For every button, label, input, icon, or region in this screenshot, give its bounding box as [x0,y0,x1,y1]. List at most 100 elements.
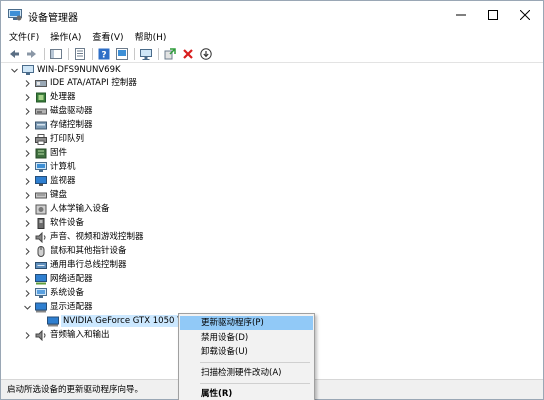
device-manager-window: 设备管理器 文件(F) 操作(A) 查看(V) 帮助(H) ? WIN-DFS9… [0,0,544,400]
processor-icon [36,92,46,103]
context-menu-disable-device[interactable]: 禁用设备(D) [180,331,313,345]
tree-category-label: 键盘 [50,190,68,200]
chevron-right-icon[interactable] [23,121,32,130]
usb-icon [35,262,47,269]
chevron-right-icon[interactable] [23,177,32,186]
close-button[interactable] [509,1,541,29]
tree-category-label: 通用串行总线控制器 [50,260,127,270]
chevron-right-icon[interactable] [23,261,32,270]
tree-category-label: 网络适配器 [50,274,93,284]
menu-help[interactable]: 帮助(H) [135,32,167,44]
minimize-icon [456,14,466,16]
scan-hardware-button[interactable] [139,47,153,61]
firmware-icon [35,148,47,159]
scan-monitor-icon [140,49,152,60]
maximize-button[interactable] [477,1,509,29]
tree-category-label: 监视器 [50,176,76,186]
tree-category-label: IDE ATA/ATAPI 控制器 [50,78,137,88]
tree-category-label: 人体学输入设备 [50,204,110,214]
display-adapter-icon [35,302,47,313]
chevron-right-icon[interactable] [23,233,32,242]
close-icon [520,10,530,20]
chevron-right-icon[interactable] [23,135,32,144]
window-title: 设备管理器 [28,13,78,24]
add-driver-button[interactable] [163,47,177,61]
chevron-right-icon[interactable] [23,219,32,228]
chevron-right-icon[interactable] [23,107,32,116]
chevron-right-icon[interactable] [23,191,32,200]
tree-category-label: 鼠标和其他指针设备 [50,246,127,256]
tree-category-label: 音频输入和输出 [50,330,110,340]
context-menu: 更新驱动程序(P) 禁用设备(D) 卸载设备(U) 扫描检测硬件改动(A) 属性… [178,313,315,400]
chevron-right-icon[interactable] [23,163,32,172]
menu-action[interactable]: 操作(A) [50,32,81,44]
context-menu-properties[interactable]: 属性(R) [180,387,313,400]
enable-device-button[interactable] [199,47,213,61]
computer-icon [22,65,34,75]
toolbar-separator [92,48,93,60]
forward-arrow-icon [27,50,36,58]
hid-icon [35,204,47,215]
status-text: 启动所选设备的更新驱动程序向导。 [7,385,144,395]
mouse-icon [37,246,45,257]
chevron-right-icon[interactable] [23,331,32,340]
update-driver-icon [116,48,128,60]
context-menu-separator [200,383,310,384]
chevron-down-icon[interactable] [10,66,19,75]
software-device-icon [37,218,45,229]
tree-category-label: 打印队列 [50,134,85,144]
console-tree-icon [50,49,62,59]
toolbar-separator [134,48,135,60]
show-hide-console-tree-button[interactable] [49,47,63,61]
display-adapter-icon [47,316,59,327]
chevron-right-icon[interactable] [23,289,32,298]
svg-text:?: ? [101,51,106,61]
context-menu-separator [200,362,310,363]
toolbar-separator [44,48,45,60]
properties-icon [75,48,85,60]
ide-controller-icon [35,80,47,87]
menu-view[interactable]: 查看(V) [92,32,123,44]
keyboard-icon [35,192,47,199]
tree-category-label: 存储控制器 [50,120,93,130]
tree-category-label: 软件设备 [50,218,85,228]
chevron-right-icon[interactable] [23,247,32,256]
uninstall-device-button[interactable] [181,47,195,61]
add-driver-icon [164,48,176,60]
system-device-icon [35,288,47,298]
forward-button[interactable] [25,47,39,61]
toolbar: ? [1,46,543,63]
storage-controller-icon [35,121,47,130]
context-menu-update-driver[interactable]: 更新驱动程序(P) [180,316,313,330]
tree-root-label: WIN-DFS9NUNV69K [37,65,121,75]
chevron-right-icon[interactable] [23,205,32,214]
toolbar-separator [68,48,69,60]
title-bar[interactable]: 设备管理器 [1,1,543,29]
computer-icon [35,162,47,172]
chevron-right-icon[interactable] [23,149,32,158]
toolbar-separator [158,48,159,60]
chevron-down-icon[interactable] [23,303,32,312]
chevron-right-icon[interactable] [23,93,32,102]
help-icon: ? [98,48,110,60]
minimize-button[interactable] [445,1,477,29]
device-manager-app-icon [8,9,22,21]
chevron-right-icon[interactable] [23,79,32,88]
context-menu-uninstall-device[interactable]: 卸载设备(U) [180,345,313,359]
back-arrow-icon [10,50,19,58]
tree-category-label: 系统设备 [50,288,85,298]
help-button[interactable]: ? [97,47,111,61]
disk-drive-icon [35,108,47,115]
chevron-right-icon[interactable] [23,275,32,284]
update-driver-button[interactable] [115,47,129,61]
menu-file[interactable]: 文件(F) [9,32,39,44]
selected-device-label: NVIDIA GeForce GTX 1050 T [61,315,185,327]
sound-icon [35,232,46,243]
tree-category-label: 显示适配器 [50,302,93,312]
context-menu-scan-hardware[interactable]: 扫描检测硬件改动(A) [180,366,313,380]
menu-bar: 文件(F) 操作(A) 查看(V) 帮助(H) [1,29,543,46]
download-icon [200,48,212,60]
properties-button[interactable] [73,47,87,61]
uninstall-x-icon [183,49,193,59]
back-button[interactable] [7,47,21,61]
